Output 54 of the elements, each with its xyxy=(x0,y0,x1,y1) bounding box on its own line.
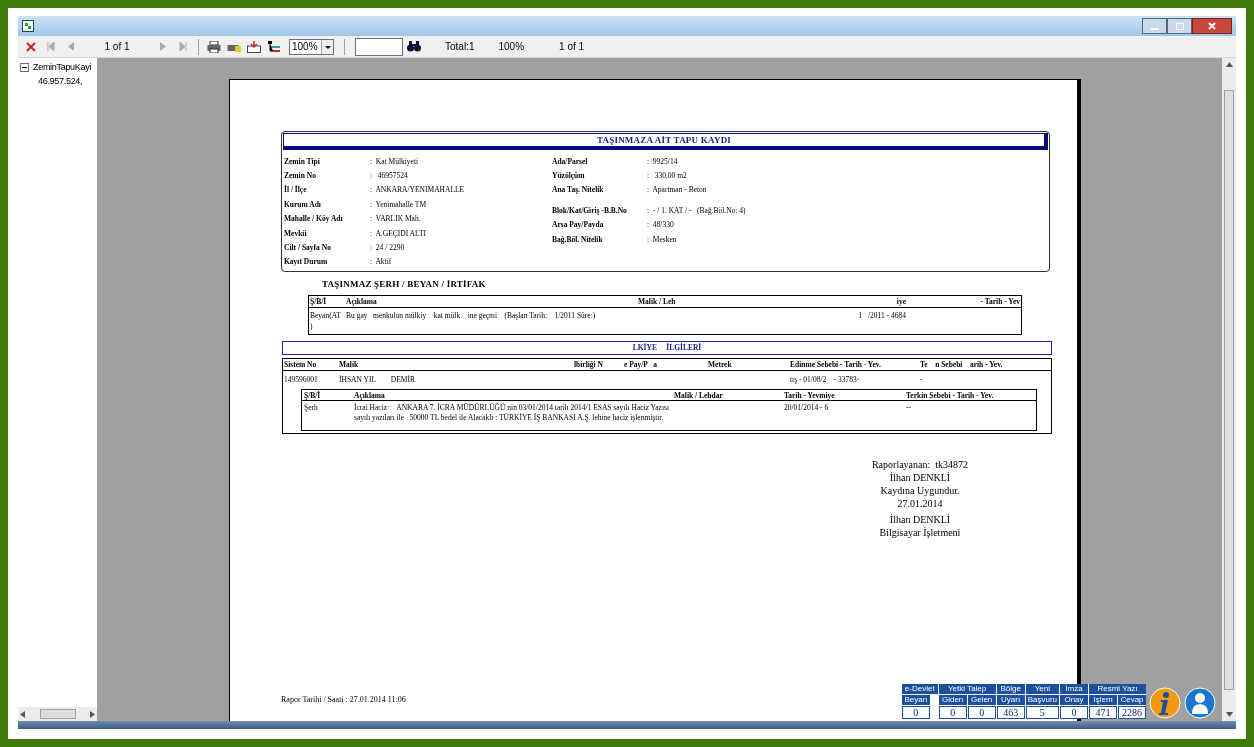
signature-line: 27.01.2014 xyxy=(897,496,943,510)
signature-line: Kaydına Uygundur. xyxy=(880,483,960,497)
app-icon xyxy=(22,20,34,32)
signature-line: Raporlayanan: tk34872 xyxy=(871,457,969,471)
counter-group-label: Resmi Yazı xyxy=(1089,684,1146,694)
page-label: 1 of 1 xyxy=(103,40,131,54)
zoom-dropdown[interactable]: 100% xyxy=(289,38,334,55)
scroll-down-icon[interactable] xyxy=(1225,712,1233,717)
counter-value: 0 xyxy=(967,706,996,719)
counter-value: 471 xyxy=(1089,706,1117,719)
scroll-left-icon[interactable] xyxy=(20,710,25,718)
counter-value: 0 xyxy=(901,706,930,719)
counter-label: Başvuru xyxy=(1025,695,1059,705)
total-label: Total:1 xyxy=(445,40,475,54)
vertical-scrollbar[interactable] xyxy=(1222,58,1236,721)
signature-line: İlhan DENKLİ xyxy=(889,470,951,484)
counter-label: İşlem xyxy=(1089,695,1117,705)
section-header: TAŞINMAZA AİT TAPU KAYDI xyxy=(283,133,1048,150)
page-status: 1 of 1 xyxy=(559,40,585,54)
counter-value: 463 xyxy=(996,706,1025,719)
counter-group-label: İmza xyxy=(1060,684,1088,694)
scroll-up-icon[interactable] xyxy=(1225,62,1233,67)
signature-line: Bilgisayar İşletmeni xyxy=(879,525,961,539)
counter-label: Cevap xyxy=(1118,695,1146,705)
section-title: TAŞINMAZ ŞERH / BEYAN / İRTİFAK xyxy=(322,278,487,292)
signature-line: İlhan DENKLİ xyxy=(889,512,951,526)
expander-icon[interactable] xyxy=(20,63,29,73)
counter-group-label: Yetki Talep xyxy=(938,684,996,694)
caret-icon xyxy=(321,39,333,54)
close-button[interactable] xyxy=(1192,18,1232,34)
counter-value: 0 xyxy=(1060,706,1088,719)
search-field[interactable] xyxy=(355,37,403,56)
counter-value: 2286 xyxy=(1118,706,1146,719)
tree-item[interactable]: 46.957.524, xyxy=(38,74,83,88)
counter-value: 0 xyxy=(938,706,967,719)
minimize-button[interactable] xyxy=(1142,18,1167,34)
counter-group-label: Bölge xyxy=(996,684,1025,694)
horizontal-scrollbar[interactable] xyxy=(18,707,97,721)
counter-label: Giden xyxy=(938,695,967,705)
info-icon[interactable] xyxy=(1149,687,1181,719)
maximize-button[interactable] xyxy=(1167,18,1192,34)
counter-label: Onay xyxy=(1060,695,1088,705)
user-icon[interactable] xyxy=(1184,687,1216,719)
counter-group-label: e-Devlet xyxy=(901,684,938,694)
scroll-right-icon[interactable] xyxy=(90,710,95,718)
counter-value: 5 xyxy=(1025,706,1059,719)
zoom-status: 100% xyxy=(498,40,525,54)
counter-label: Beyan xyxy=(901,695,930,705)
tree-item[interactable]: ZeminTapuKayi xyxy=(33,61,92,75)
counter-group-label: Yeni xyxy=(1025,684,1059,694)
close-icon xyxy=(1208,22,1216,30)
report-date: Rapor Tarihi / Saati : 27.01.2014 11:06 xyxy=(281,694,406,706)
counter-label: Uyarı xyxy=(996,695,1025,705)
counter-label: Gelen xyxy=(967,695,996,705)
